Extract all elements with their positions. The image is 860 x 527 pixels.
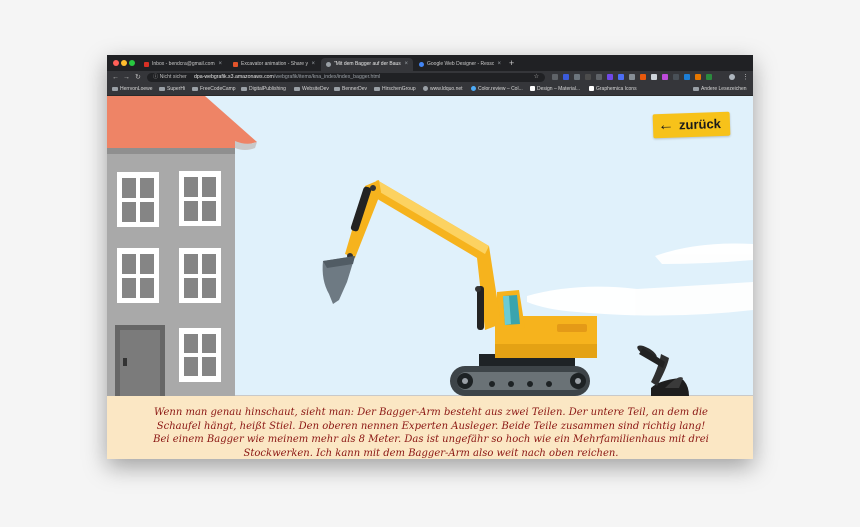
url-text: dpa-webgrafik.s3.amazonaws.com/webgrafik… (194, 73, 380, 82)
tab-title: Inbox - bendcra@gmail.com - (152, 61, 215, 67)
tab-bagger-page[interactable]: "Mit dem Bagger auf der Bausi × (321, 58, 413, 71)
extension-icon[interactable] (695, 74, 701, 80)
bookmark-item[interactable]: HirschenGroup (374, 84, 416, 95)
bookmark-item[interactable]: Design – Material... (530, 84, 580, 95)
back-nav-button[interactable]: ← (112, 72, 119, 83)
extension-icon[interactable] (618, 74, 624, 80)
material-design-icon (530, 86, 535, 92)
bookmark-label: Color.review – Col... (478, 86, 523, 92)
extension-icon[interactable] (585, 74, 591, 80)
profile-avatar[interactable] (729, 74, 735, 80)
site-favicon-icon (233, 62, 238, 67)
bookmark-item[interactable]: Color.review – Col... (471, 84, 523, 95)
back-button[interactable]: ← zurück (652, 111, 731, 139)
extension-icon[interactable] (596, 74, 602, 80)
tab-strip: Inbox - bendcra@gmail.com - × Excavator … (107, 55, 753, 71)
bookmark-label: Andere Lesezeichen (701, 86, 747, 92)
folder-icon (374, 86, 380, 91)
bookmark-item[interactable]: DigitalPublishing (241, 84, 286, 95)
folder-icon (192, 86, 198, 91)
extension-icon[interactable] (706, 74, 712, 80)
bookmark-label: BennerDev (342, 86, 368, 92)
globe-icon (423, 86, 428, 92)
bookmark-item[interactable]: FreeCodeCamp (192, 84, 236, 95)
bookmark-label: WebsiteDev (302, 86, 329, 92)
extension-icon[interactable] (662, 74, 668, 80)
tab-title: Excavator animation - Share y (241, 61, 308, 67)
address-bar[interactable]: ⓘ Nicht sicher dpa-webgrafik.s3.amazonaw… (147, 73, 545, 82)
bookmark-label: SuperHi (167, 86, 186, 92)
excavator-illustration (322, 180, 597, 396)
minimize-window-button[interactable] (121, 60, 127, 66)
bookmark-label: Design – Material... (537, 86, 581, 92)
tab-close-icon[interactable]: × (218, 58, 222, 71)
folder-icon (241, 86, 247, 91)
extension-icon[interactable] (629, 74, 635, 80)
menu-icon[interactable]: ⋮ (742, 72, 749, 83)
tab-google-web-designer[interactable]: Google Web Designer - Resso × (414, 58, 506, 71)
bookmark-label: HirschenGroup (382, 86, 416, 92)
url-path: /webgrafik/items/kna_index/index_bagger.… (273, 74, 381, 80)
tab-close-icon[interactable]: × (404, 58, 408, 71)
extension-icon[interactable] (607, 74, 613, 80)
maximize-window-button[interactable] (129, 60, 135, 66)
tab-close-icon[interactable]: × (311, 58, 315, 71)
page-favicon-icon (326, 62, 331, 67)
browser-window: Inbox - bendcra@gmail.com - × Excavator … (107, 55, 753, 459)
url-domain: dpa-webgrafik.s3.amazonaws.com (194, 74, 274, 80)
joystick-illustration (637, 345, 689, 396)
close-window-button[interactable] (113, 60, 119, 66)
extension-icon[interactable] (552, 74, 558, 80)
bookmark-item[interactable]: SuperHi (159, 84, 185, 95)
story-text-panel: Wenn man genau hinschaut, sieht man: Der… (107, 396, 753, 459)
forward-nav-button[interactable]: → (123, 72, 130, 83)
folder-icon (294, 86, 300, 91)
google-icon (419, 62, 424, 67)
extension-icon[interactable] (574, 74, 580, 80)
bookmark-item[interactable]: HerrvonLoewe (112, 84, 153, 95)
bookmark-label: HerrvonLoewe (120, 86, 153, 92)
bookmark-star-icon[interactable]: ☆ (534, 73, 539, 82)
extension-icon[interactable] (563, 74, 569, 80)
graphemica-icon (589, 86, 594, 92)
other-bookmarks[interactable]: Andere Lesezeichen (693, 84, 747, 95)
bookmark-label: www.ldquo.net (430, 86, 463, 92)
color-review-icon (471, 86, 476, 92)
bookmark-label: DigitalPublishing (249, 86, 286, 92)
folder-icon (159, 86, 165, 91)
extension-icon[interactable] (651, 74, 657, 80)
extension-icon[interactable] (640, 74, 646, 80)
bookmark-item[interactable]: WebsiteDev (294, 84, 329, 95)
extension-icon[interactable] (673, 74, 679, 80)
arrow-left-icon: ← (657, 116, 675, 135)
page-content: ← zurück Wenn man genau hinschaut, sieht… (107, 96, 753, 459)
security-indicator[interactable]: ⓘ Nicht sicher (153, 73, 187, 82)
bookmark-item[interactable]: www.ldquo.net (423, 84, 463, 95)
tab-close-icon[interactable]: × (497, 58, 501, 71)
reload-button[interactable]: ↻ (135, 72, 141, 83)
new-tab-button[interactable]: + (509, 57, 514, 69)
building-illustration (107, 96, 257, 396)
bookmark-item[interactable]: BennerDev (334, 84, 367, 95)
bookmark-item[interactable]: Graphemica Icons (589, 84, 637, 95)
gmail-icon (144, 62, 149, 67)
bookmark-label: FreeCodeCamp (200, 86, 236, 92)
browser-toolbar: ← → ↻ ⓘ Nicht sicher dpa-webgrafik.s3.am… (107, 71, 753, 84)
folder-icon (334, 86, 340, 91)
folder-icon (112, 86, 118, 91)
bookmark-label: Graphemica Icons (596, 86, 637, 92)
tab-gmail[interactable]: Inbox - bendcra@gmail.com - × (139, 58, 227, 71)
tab-excavator-animation[interactable]: Excavator animation - Share y × (228, 58, 320, 71)
cloud-illustration (527, 243, 753, 316)
tab-title: Google Web Designer - Resso (427, 61, 494, 67)
tab-title: "Mit dem Bagger auf der Bausi (334, 61, 401, 67)
bookmarks-bar: HerrvonLoewe SuperHi FreeCodeCamp Digita… (107, 84, 753, 96)
folder-icon (693, 86, 699, 91)
extension-icon[interactable] (684, 74, 690, 80)
back-button-label: zurück (678, 115, 722, 133)
story-text: Wenn man genau hinschaut, sieht man: Der… (153, 407, 709, 459)
